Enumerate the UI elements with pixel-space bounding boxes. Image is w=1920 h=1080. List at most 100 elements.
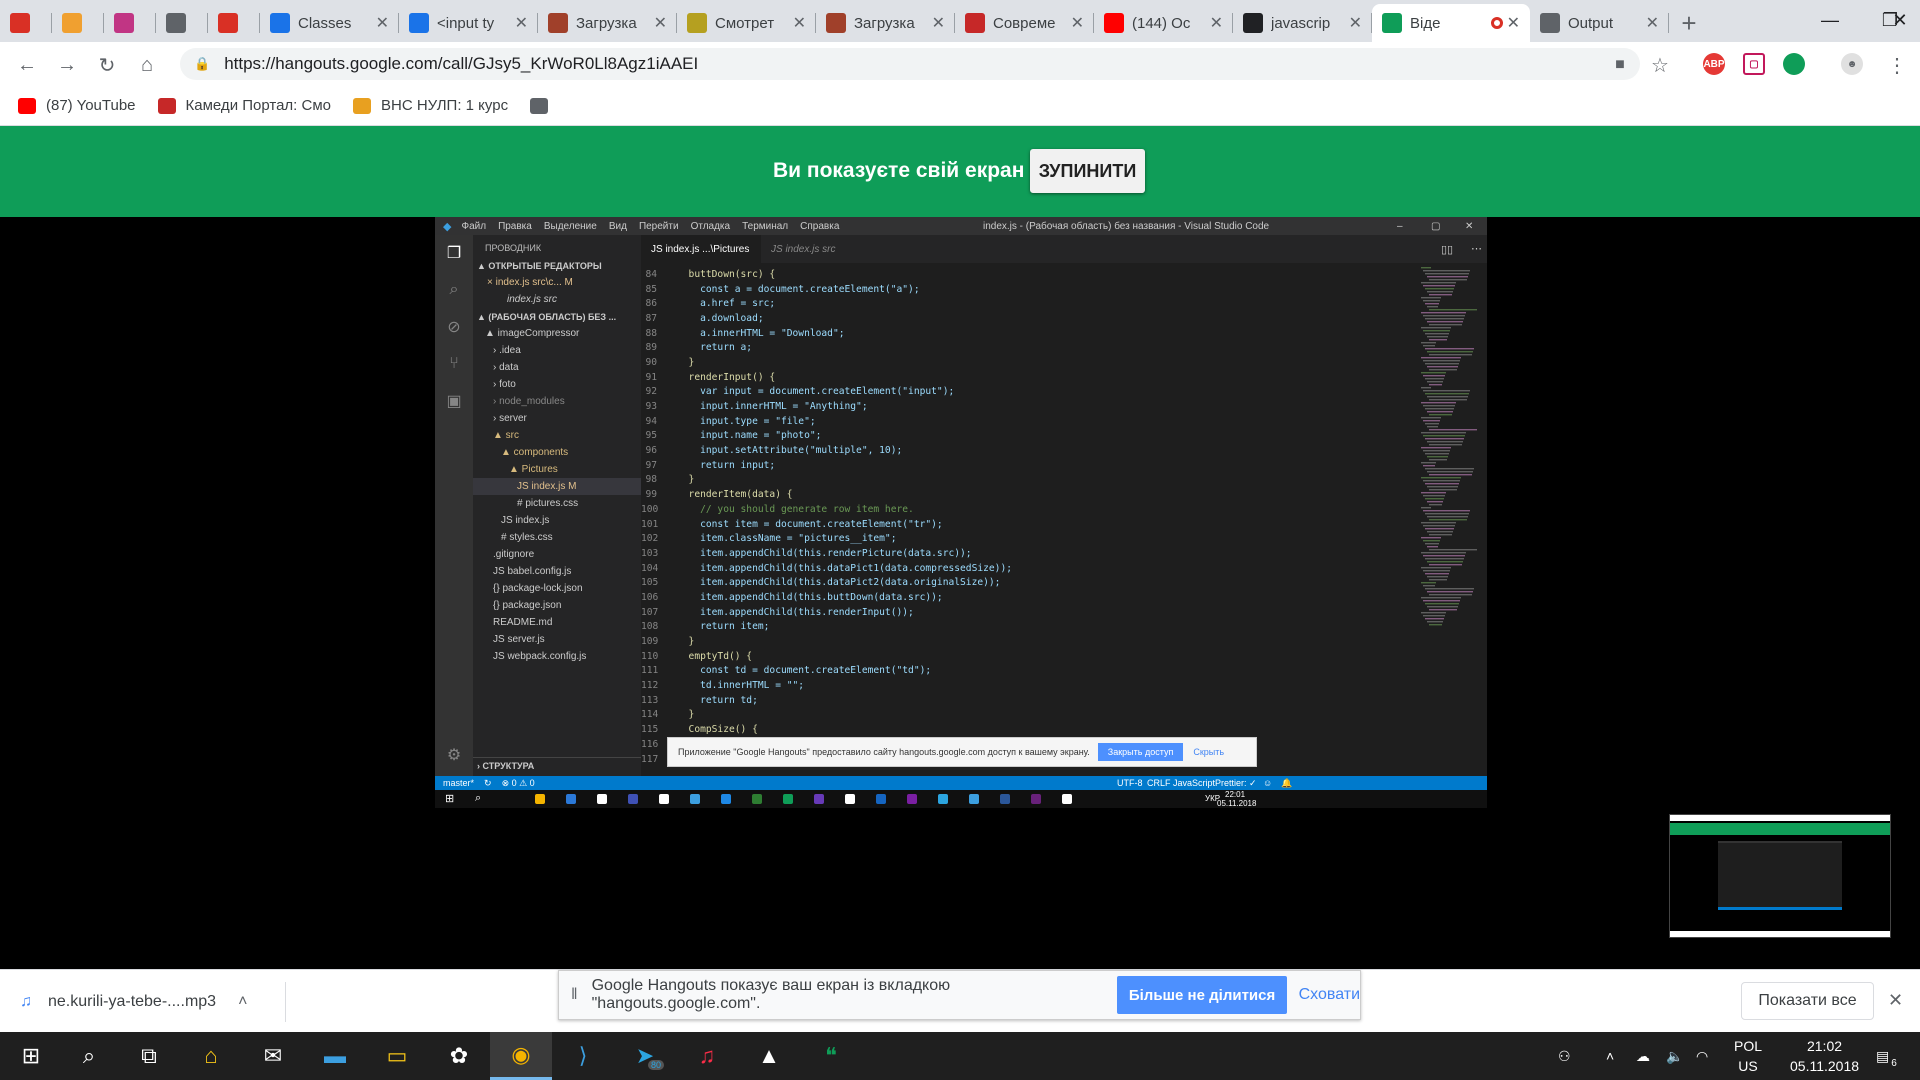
workspace-header[interactable]: ▲ (РАБОЧАЯ ОБЛАСТЬ) БЕЗ ... (473, 308, 641, 325)
people-icon[interactable]: ⚇ (1558, 1032, 1571, 1080)
close-tab-icon[interactable]: ✕ (793, 13, 806, 33)
file-tree-item[interactable]: # styles.css (473, 529, 641, 546)
search-icon[interactable]: ⌕ (444, 280, 464, 300)
file-tree-item[interactable]: › .idea (473, 342, 641, 359)
close-access-button[interactable]: Закрыть доступ (1097, 743, 1184, 761)
adblock-icon[interactable]: ABP (1703, 53, 1725, 75)
minimap[interactable] (1419, 263, 1485, 763)
file-tree-item[interactable]: JS index.js (473, 512, 641, 529)
file-tree-item[interactable]: {} package-lock.json (473, 580, 641, 597)
chevron-up-icon[interactable]: ˄ (238, 993, 247, 1011)
encoding[interactable]: UTF-8 (1117, 778, 1143, 788)
close-tab-icon[interactable]: ✕ (1210, 13, 1223, 33)
browser-tab[interactable]: javascrip ✕ (1233, 4, 1372, 42)
explorer-icon[interactable]: ❐ (444, 243, 464, 263)
vs-minimize-icon[interactable]: – (1397, 221, 1403, 232)
vscode-menu-item[interactable]: Терминал (742, 221, 788, 232)
file-tree-item[interactable]: {} package.json (473, 597, 641, 614)
code-area[interactable]: 84 buttDown(src) {85 const a = document.… (641, 267, 1421, 766)
close-tab-icon[interactable]: ✕ (1646, 13, 1659, 33)
hangouts-icon[interactable]: ❝ (800, 1032, 862, 1080)
hangouts-ext-icon[interactable] (1783, 53, 1805, 75)
source-control-icon[interactable]: ⑂ (444, 354, 464, 374)
reload-icon[interactable]: ↻ (92, 50, 122, 80)
sync-icon[interactable]: ↻ (484, 778, 492, 789)
file-tree-item[interactable]: ▲ src (473, 427, 641, 444)
self-view-thumbnail[interactable] (1669, 814, 1891, 938)
close-tab-icon[interactable]: ✕ (376, 13, 389, 33)
file-tree-item[interactable]: .gitignore (473, 546, 641, 563)
editor-tab[interactable]: JS index.js src (761, 235, 871, 263)
open-editors-header[interactable]: ▲ ОТКРЫТЫЕ РЕДАКТОРЫ (473, 257, 641, 274)
open-editor-item[interactable]: index.js src (473, 291, 641, 308)
tray-chevron-icon[interactable]: ˄ (1606, 1032, 1614, 1080)
desktop-app-icon[interactable]: ▬ (304, 1032, 366, 1080)
vscode-icon[interactable]: ⟩ (552, 1032, 614, 1080)
address-bar[interactable]: 🔒 https://hangouts.google.com/call/GJsy5… (180, 48, 1640, 80)
more-actions-icon[interactable]: ⋯ (1471, 242, 1482, 255)
browser-tab[interactable]: Загрузка ✕ (538, 4, 677, 42)
avatar[interactable]: ☻ (1841, 53, 1863, 75)
file-tree-item[interactable]: JS babel.config.js (473, 563, 641, 580)
debug-icon[interactable]: ⊘ (444, 317, 464, 337)
file-tree-item[interactable]: › data (473, 359, 641, 376)
vscode-menu-item[interactable]: Выделение (544, 221, 597, 232)
problems-count[interactable]: ⊗ 0 ⚠ 0 (502, 778, 535, 789)
vs-maximize-icon[interactable]: ▢ (1431, 221, 1440, 232)
browser-tab[interactable]: Загрузка ✕ (816, 4, 955, 42)
browser-tab[interactable]: Віде ✕ (1372, 4, 1530, 42)
editor-tab-active[interactable]: JS index.js ...\Pictures (641, 235, 761, 263)
close-tab-icon[interactable]: ✕ (1071, 13, 1084, 33)
download-item[interactable]: ♫ ne.kurili-ya-tebe-....mp3 ˄ (20, 982, 286, 1022)
vscode-menu-item[interactable]: Правка (498, 221, 532, 232)
bell-icon[interactable]: 🔔 (1281, 778, 1292, 789)
back-icon[interactable]: ← (12, 50, 42, 80)
browser-tab[interactable]: Совреме ✕ (955, 4, 1094, 42)
file-tree-item[interactable]: README.md (473, 614, 641, 631)
git-branch[interactable]: master* (443, 778, 474, 788)
close-tab-icon[interactable]: ✕ (654, 13, 667, 33)
show-all-button[interactable]: Показати все (1741, 982, 1874, 1020)
drag-handle-icon[interactable]: ‖ (571, 986, 578, 1004)
file-explorer-icon[interactable]: ▭ (366, 1032, 428, 1080)
onedrive-icon[interactable]: ☁ (1636, 1032, 1650, 1080)
stop-sharing-button[interactable]: Більше не ділитися (1117, 976, 1287, 1014)
file-tree-item[interactable]: ▲ imageCompressor (473, 325, 641, 342)
file-tree-item[interactable]: ▲ Pictures (473, 461, 641, 478)
prettier-status[interactable]: Prettier: ✓ (1215, 778, 1257, 789)
bookmark-item[interactable] (530, 97, 558, 114)
new-tab-icon[interactable]: + (1669, 4, 1709, 42)
browser-tab[interactable] (0, 4, 52, 42)
file-tree-item[interactable]: JS webpack.config.js (473, 648, 641, 665)
browser-tab[interactable]: Output ✕ (1530, 4, 1669, 42)
start-icon[interactable]: ⊞ (0, 1032, 62, 1080)
pocket-icon[interactable]: ▢ (1743, 53, 1765, 75)
chrome-icon[interactable]: ◉ (490, 1032, 552, 1080)
close-tab-icon[interactable]: ✕ (1507, 13, 1520, 33)
file-tree-item[interactable]: › foto (473, 376, 641, 393)
language-mode[interactable]: JavaScript (1173, 778, 1215, 788)
store-icon[interactable]: ⌂ (180, 1032, 242, 1080)
feedback-icon[interactable]: ☺ (1263, 778, 1272, 788)
file-tree-item[interactable]: › server (473, 410, 641, 427)
browser-tab[interactable]: (144) Oc ✕ (1094, 4, 1233, 42)
vscode-menu-item[interactable]: Справка (800, 221, 839, 232)
browser-tab[interactable]: <input ty ✕ (399, 4, 538, 42)
vs-close-icon[interactable]: ✕ (1465, 221, 1473, 232)
photos-icon[interactable]: ▲ (738, 1032, 800, 1080)
camera-icon[interactable]: ■ (1605, 50, 1635, 80)
outline-header[interactable]: › СТРУКТУРА (473, 757, 641, 774)
language-indicator[interactable]: POL US (1734, 1032, 1762, 1080)
close-downloads-icon[interactable]: ✕ (1888, 990, 1903, 1011)
eol[interactable]: CRLF (1147, 778, 1171, 788)
wifi-icon[interactable]: ◠ (1696, 1032, 1708, 1080)
file-tree-item[interactable]: › node_modules (473, 393, 641, 410)
browser-tab[interactable]: Classes ✕ (260, 4, 399, 42)
vscode-menu-item[interactable]: Перейти (639, 221, 679, 232)
search-icon[interactable]: ⌕ (58, 1032, 120, 1080)
hide-notice-link[interactable]: Скрыть (1193, 747, 1224, 757)
extensions-icon[interactable]: ▣ (444, 391, 464, 411)
notifications-icon[interactable]: ▤ 6 (1876, 1032, 1897, 1080)
bookmark-item[interactable]: Камеди Портал: Смо (157, 97, 331, 114)
file-tree-item[interactable]: ▲ components (473, 444, 641, 461)
